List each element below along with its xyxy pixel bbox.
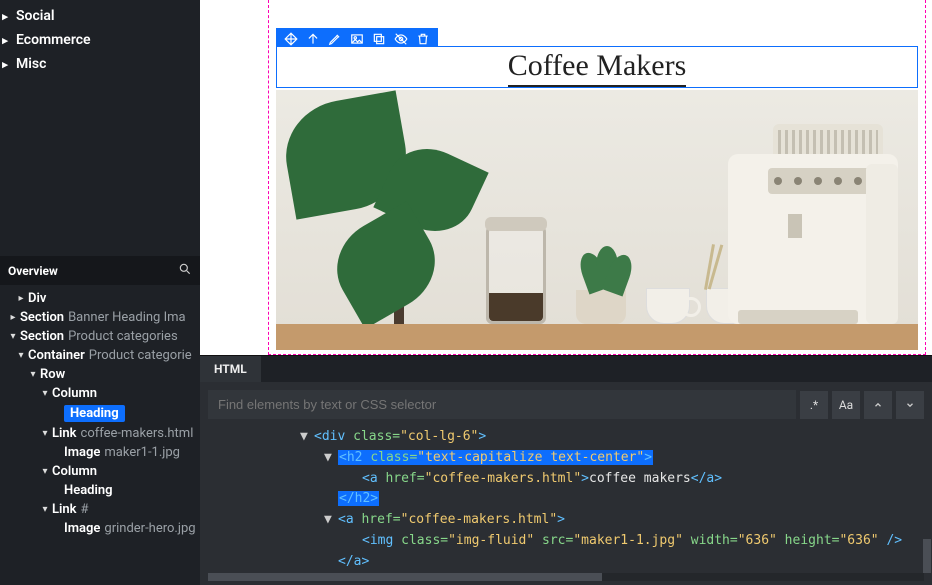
category-ecommerce[interactable]: ▸Ecommerce	[0, 28, 200, 52]
canvas-image-element[interactable]	[276, 90, 918, 350]
chevron-right-icon: ▸	[0, 10, 10, 23]
search-icon[interactable]	[178, 262, 192, 279]
tree-node-heading-selected[interactable]: Heading	[2, 403, 198, 424]
tree-node-link-coffee[interactable]: ▾Linkcoffee-makers.html	[2, 424, 198, 443]
html-source-view[interactable]: ▼<div class="col-lg-6"> ▼<h2 class="text…	[200, 419, 922, 573]
tree-node-link-hash[interactable]: ▾Link#	[2, 500, 198, 519]
tree-node-section-products[interactable]: ▾SectionProduct categories	[2, 327, 198, 346]
chevron-right-icon: ▸	[0, 58, 10, 71]
tree-node-container[interactable]: ▾ContainerProduct categorie	[2, 346, 198, 365]
devpanel-tabs: HTML	[200, 356, 932, 382]
find-elements-input[interactable]	[208, 390, 796, 419]
overview-label: Overview	[8, 264, 58, 278]
category-misc[interactable]: ▸Misc	[0, 52, 200, 76]
editor-canvas[interactable]: Coffee Makers	[200, 0, 932, 355]
prev-match-button[interactable]	[864, 391, 892, 419]
components-categories: ▸Social ▸Ecommerce ▸Misc	[0, 0, 200, 76]
match-case-button[interactable]: Aa	[832, 391, 860, 419]
chevron-right-icon: ▸	[0, 34, 10, 47]
left-sidebar: ▸Social ▸Ecommerce ▸Misc Overview ▸Div ▸…	[0, 0, 200, 585]
overview-panel-header: Overview	[0, 256, 200, 285]
tree-node-row[interactable]: ▾Row	[2, 365, 198, 384]
devpanel-vertical-scrollbar[interactable]	[922, 419, 932, 573]
devpanel-horizontal-scrollbar[interactable]	[208, 573, 924, 581]
tree-node-column-2[interactable]: ▾Column	[2, 462, 198, 481]
tree-node-div[interactable]: ▸Div	[2, 289, 198, 308]
canvas-heading-element[interactable]: Coffee Makers	[276, 46, 918, 88]
product-photo	[276, 90, 918, 350]
next-match-button[interactable]	[896, 391, 924, 419]
overview-tree: ▸Div ▸SectionBanner Heading Ima ▾Section…	[0, 285, 200, 585]
tree-node-image-grinder[interactable]: Imagegrinder-hero.jpg	[2, 519, 198, 538]
tree-node-section-banner[interactable]: ▸SectionBanner Heading Ima	[2, 308, 198, 327]
tree-node-image-maker[interactable]: Imagemaker1-1.jpg	[2, 443, 198, 462]
regex-toggle-button[interactable]: .*	[800, 391, 828, 419]
heading-text: Coffee Makers	[508, 47, 687, 87]
tab-html[interactable]: HTML	[200, 356, 261, 382]
tree-node-heading-2[interactable]: Heading	[2, 481, 198, 500]
developer-panel: HTML .* Aa ▼<div class="col-lg-6"> ▼<h2 …	[200, 355, 932, 585]
category-social[interactable]: ▸Social	[0, 4, 200, 28]
tree-node-column-1[interactable]: ▾Column	[2, 384, 198, 403]
